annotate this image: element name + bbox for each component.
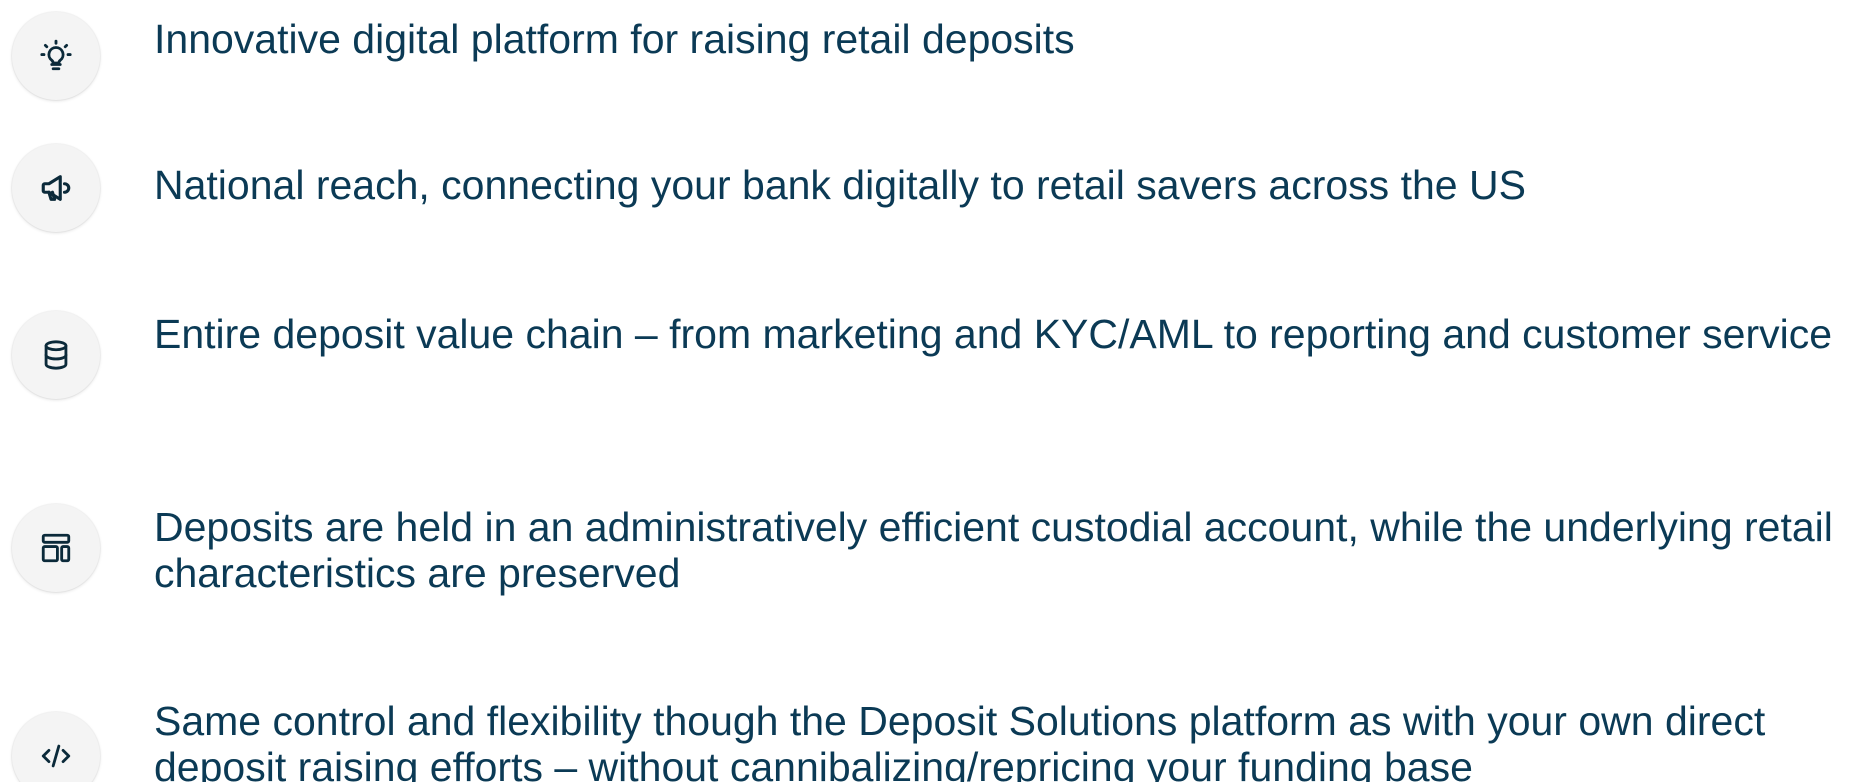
feature-item-control-flexibility: Same control and flexibility though the … [12, 698, 1834, 782]
feature-item-digital-platform: Innovative digital platform for raising … [12, 12, 1834, 100]
database-icon [12, 311, 100, 399]
feature-text: Same control and flexibility though the … [154, 698, 1766, 782]
feature-text: Deposits are held in an administratively… [154, 504, 1833, 596]
feature-item-custodial-account: Deposits are held in an administratively… [12, 504, 1834, 596]
layout-icon [12, 504, 100, 592]
feature-item-national-reach: National reach, connecting your bank dig… [12, 144, 1834, 232]
code-icon [12, 712, 100, 782]
feature-text: Entire deposit value chain – from market… [154, 311, 1833, 357]
feature-item-value-chain: Entire deposit value chain – from market… [12, 311, 1834, 399]
lightbulb-icon [12, 12, 100, 100]
feature-list: Innovative digital platform for raising … [0, 0, 1859, 782]
feature-text: National reach, connecting your bank dig… [154, 162, 1526, 208]
feature-text: Innovative digital platform for raising … [154, 16, 1075, 62]
megaphone-icon [12, 144, 100, 232]
